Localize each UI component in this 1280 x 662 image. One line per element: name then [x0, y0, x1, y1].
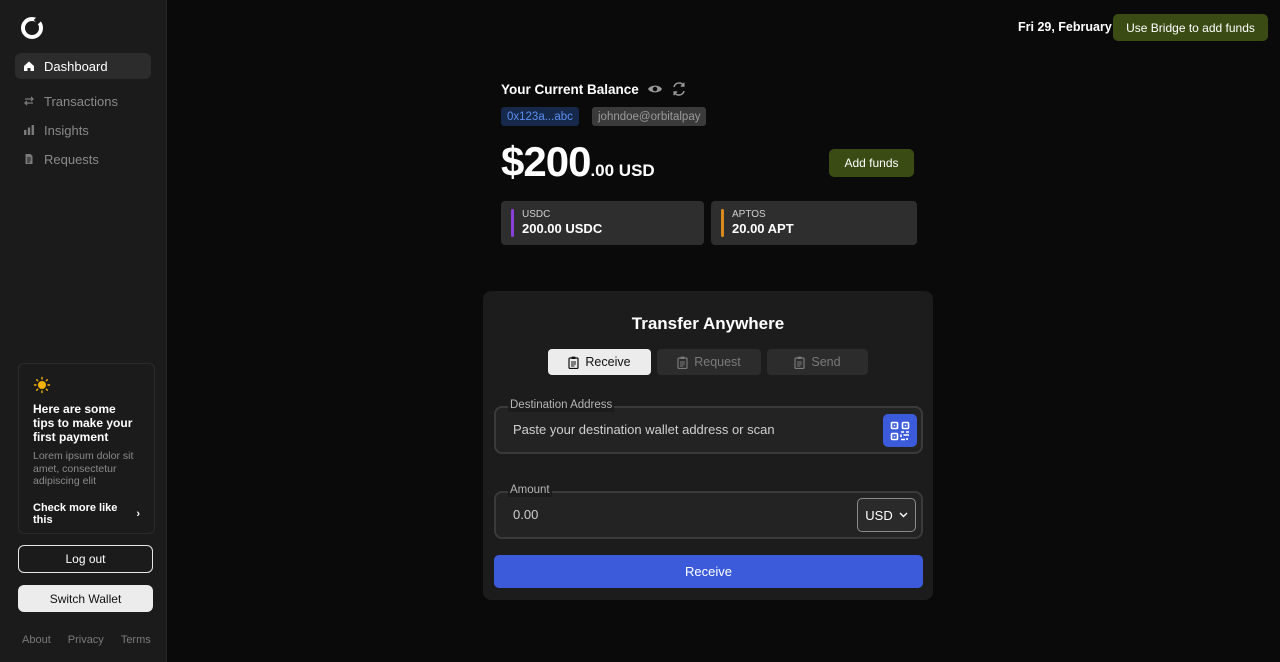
chevron-right-icon: ›	[136, 507, 140, 520]
footer-link-about[interactable]: About	[22, 634, 51, 646]
eye-icon[interactable]	[647, 83, 663, 95]
destination-address-input[interactable]: Paste your destination wallet address or…	[513, 422, 775, 437]
tab-label: Receive	[585, 355, 631, 369]
amount-field[interactable]: Amount 0.00 USD	[494, 483, 923, 539]
token-label: APTOS	[732, 209, 766, 220]
app-logo[interactable]	[21, 17, 43, 39]
tab-label: Request	[694, 355, 741, 369]
token-card-usdc: USDC 200.00 USDC	[501, 201, 704, 245]
destination-address-label: Destination Address	[508, 398, 615, 412]
amount-input[interactable]: 0.00	[513, 507, 538, 522]
clipboard-icon	[677, 356, 688, 369]
footer-links: About Privacy Terms	[22, 634, 168, 646]
sidebar-item-label: Transactions	[44, 93, 118, 109]
token-color-bar	[511, 209, 514, 237]
tips-link[interactable]: Check more like this ›	[33, 502, 140, 526]
receive-submit-button[interactable]: Receive	[494, 555, 923, 588]
clipboard-icon	[568, 356, 580, 369]
balance-title: Your Current Balance	[501, 81, 687, 97]
lightbulb-icon	[33, 376, 51, 394]
token-color-bar	[721, 209, 724, 237]
balance-amount: $200 .00 USD	[501, 138, 655, 186]
refresh-icon[interactable]	[671, 81, 687, 97]
sidebar-item-requests[interactable]: Requests	[15, 146, 151, 172]
token-value: 20.00 APT	[732, 221, 794, 236]
sidebar-item-label: Dashboard	[44, 58, 108, 74]
switch-wallet-button[interactable]: Switch Wallet	[18, 585, 153, 612]
tab-request[interactable]: Request	[657, 349, 761, 375]
transfer-card: Transfer Anywhere Receive Request Send D…	[483, 291, 933, 600]
token-value: 200.00 USDC	[522, 221, 603, 236]
amount-label: Amount	[508, 483, 552, 497]
sidebar-item-dashboard[interactable]: Dashboard	[15, 53, 151, 79]
tab-send[interactable]: Send	[767, 349, 868, 375]
tips-card: Here are some tips to make your first pa…	[18, 363, 155, 534]
sidebar-item-label: Insights	[44, 122, 89, 138]
qr-code-icon	[890, 421, 910, 440]
balance-title-text: Your Current Balance	[501, 81, 639, 97]
tab-label: Send	[811, 355, 841, 369]
balance-amount-whole: $200	[501, 138, 591, 185]
tips-body: Lorem ipsum dolor sit amet, consectetur …	[33, 450, 134, 487]
token-label: USDC	[522, 209, 551, 220]
footer-link-terms[interactable]: Terms	[121, 634, 151, 646]
logout-button[interactable]: Log out	[18, 545, 153, 573]
add-funds-button[interactable]: Add funds	[829, 149, 914, 177]
sidebar-item-transactions[interactable]: Transactions	[15, 88, 151, 114]
current-date: Fri 29, February	[1018, 20, 1112, 34]
currency-select[interactable]: USD	[857, 498, 916, 532]
bridge-button[interactable]: Use Bridge to add funds	[1113, 14, 1268, 41]
home-icon	[22, 59, 36, 73]
sidebar: Dashboard Transactions Insights Requests	[0, 0, 167, 662]
transfer-title: Transfer Anywhere	[631, 314, 785, 333]
footer-link-privacy[interactable]: Privacy	[68, 634, 104, 646]
token-card-aptos: APTOS 20.00 APT	[711, 201, 917, 245]
sidebar-item-insights[interactable]: Insights	[15, 117, 151, 143]
chevron-down-icon	[899, 512, 908, 518]
document-icon	[22, 152, 36, 166]
sidebar-item-label: Requests	[44, 151, 99, 167]
tips-link-label: Check more like this	[33, 501, 118, 526]
wallet-address-chip[interactable]: 0x123a...abc	[501, 107, 579, 126]
tips-title: Here are some tips to make your first pa…	[33, 402, 133, 444]
bar-chart-icon	[22, 123, 36, 137]
tab-receive[interactable]: Receive	[548, 349, 651, 375]
qr-scan-button[interactable]	[883, 414, 917, 447]
sidebar-nav: Dashboard Transactions Insights Requests	[15, 53, 151, 175]
clipboard-icon	[794, 356, 805, 369]
arrows-icon	[22, 94, 36, 108]
balance-amount-fraction: .00 USD	[590, 161, 655, 180]
destination-address-field[interactable]: Destination Address Paste your destinati…	[494, 398, 923, 454]
currency-select-value: USD	[865, 507, 893, 523]
email-chip[interactable]: johndoe@orbitalpay	[592, 107, 707, 126]
